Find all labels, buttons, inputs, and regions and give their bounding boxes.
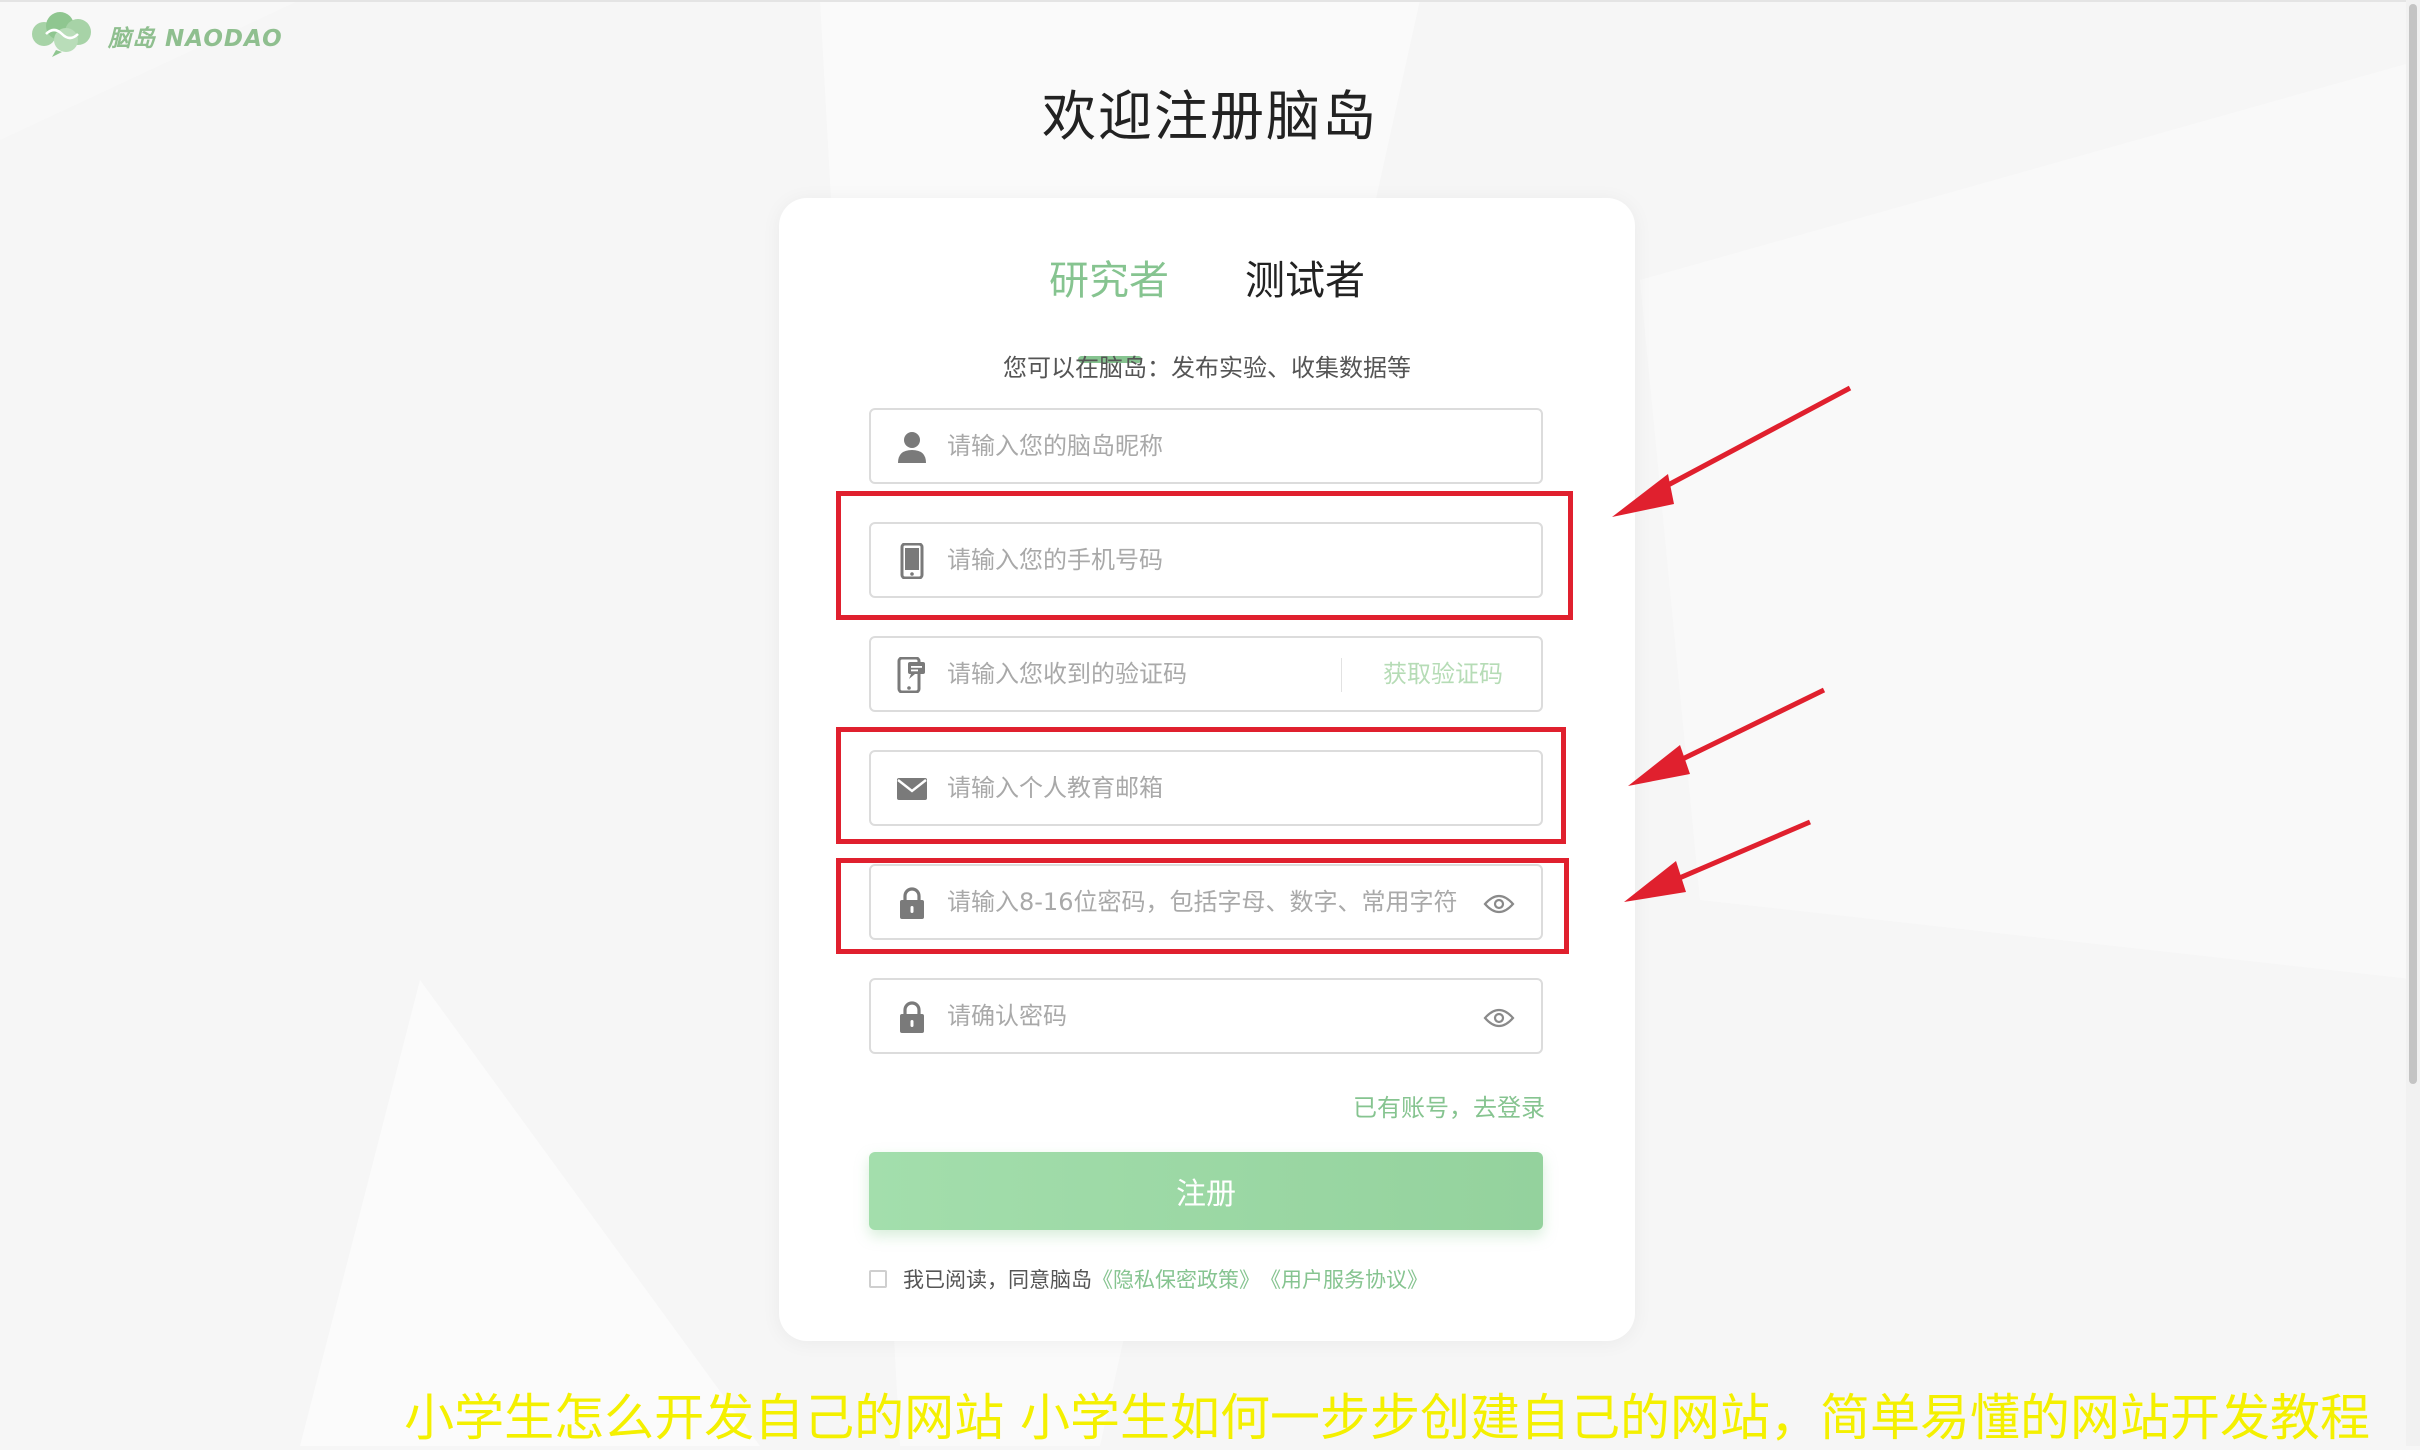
get-code-button[interactable]: 获取验证码 xyxy=(1383,638,1503,710)
privacy-policy-link[interactable]: 《隐私保密政策》 xyxy=(1092,1264,1260,1294)
scrollbar-thumb[interactable] xyxy=(2409,4,2417,1084)
scrollbar[interactable] xyxy=(2406,0,2420,1446)
login-link[interactable]: 已有账号，去登录 xyxy=(1353,1088,1545,1123)
logo-text: 脑岛 NAODAO xyxy=(108,26,283,52)
caption-overlay: 小学生怎么开发自己的网站 小学生如何一步步创建自己的网站，简单易懂的网站开发教程 xyxy=(404,1389,2370,1447)
service-agreement-link[interactable]: 《用户服务协议》 xyxy=(1260,1264,1428,1294)
code-field: 获取验证码 xyxy=(869,636,1543,712)
arrow-email xyxy=(1628,687,1826,786)
confirm-password-input[interactable] xyxy=(947,980,1457,1052)
top-border xyxy=(0,0,2420,2)
register-button[interactable]: 注册 xyxy=(869,1152,1543,1230)
nickname-input[interactable] xyxy=(947,410,1507,482)
arrow-password xyxy=(1624,819,1811,902)
sms-phone-icon xyxy=(893,656,931,694)
agreement-text: 我已阅读，同意脑岛 xyxy=(903,1268,1092,1292)
tab-tester[interactable]: 测试者 xyxy=(1245,248,1365,306)
role-tabs: 研究者 测试者 xyxy=(779,248,1635,363)
user-icon xyxy=(893,428,931,466)
annotation-box-password xyxy=(836,858,1569,954)
page-title: 欢迎注册脑岛 xyxy=(1042,85,1378,148)
annotation-box-email xyxy=(836,727,1566,844)
brain-cloud-icon xyxy=(26,10,98,62)
annotation-box-phone xyxy=(836,491,1573,620)
nickname-field xyxy=(869,408,1543,484)
code-divider xyxy=(1341,658,1342,692)
arrow-phone xyxy=(1612,385,1852,517)
lock-icon xyxy=(893,998,931,1036)
agreement-checkbox[interactable] xyxy=(869,1270,887,1288)
code-input[interactable] xyxy=(947,638,1327,710)
eye-icon[interactable] xyxy=(1481,1000,1517,1036)
logo[interactable]: 脑岛 NAODAO xyxy=(26,10,283,62)
subtitle: 您可以在脑岛：发布实验、收集数据等 xyxy=(1003,354,1411,382)
tab-researcher[interactable]: 研究者 xyxy=(1049,248,1169,306)
agreement-row: 我已阅读，同意脑岛 《隐私保密政策》 《用户服务协议》 xyxy=(869,1264,1428,1294)
confirm-password-field xyxy=(869,978,1543,1054)
